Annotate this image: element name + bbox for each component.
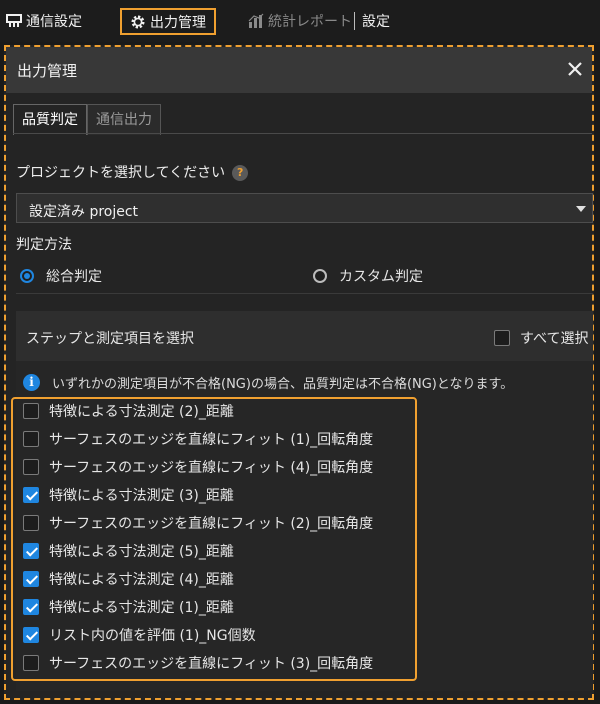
list-item-label: 特徴による寸法測定 (3)_距離 [49, 488, 234, 504]
steps-panel-header: ステップと測定項目を選択 すべて選択 [16, 311, 593, 361]
list-item[interactable]: 特徴による寸法測定 (5)_距離 [23, 540, 234, 562]
help-icon[interactable]: ? [232, 165, 249, 181]
menu-output-management[interactable]: 出力管理 [120, 8, 216, 35]
radio-custom-judgment[interactable]: カスタム判定 [313, 266, 423, 286]
info-icon: i [23, 374, 40, 391]
project-label-text: プロジェクトを選択してください [16, 165, 226, 181]
tab-bar: 品質判定 通信出力 [13, 104, 161, 135]
checkbox-checked[interactable] [23, 571, 39, 587]
list-item[interactable]: 特徴による寸法測定 (4)_距離 [23, 568, 234, 590]
list-item-label: リスト内の値を評価 (1)_NG個数 [49, 628, 256, 644]
list-item[interactable]: 特徴による寸法測定 (3)_距離 [23, 484, 234, 506]
gear-icon [130, 14, 146, 30]
radio-label: カスタム判定 [339, 269, 423, 285]
checkbox[interactable] [23, 431, 39, 447]
menu-label: 出力管理 [150, 14, 206, 31]
checkbox[interactable] [23, 459, 39, 475]
checkbox-checked[interactable] [23, 543, 39, 559]
radio-button[interactable] [313, 269, 327, 283]
checkbox-checked[interactable] [23, 627, 39, 643]
dialog-title: 出力管理 [17, 62, 78, 80]
list-item[interactable]: サーフェスのエッジを直線にフィット (2)_回転角度 [23, 512, 373, 534]
steps-header-title: ステップと測定項目を選択 [26, 331, 194, 347]
list-item[interactable]: サーフェスのエッジを直線にフィット (4)_回転角度 [23, 456, 373, 478]
tab-communication-output[interactable]: 通信出力 [87, 104, 161, 135]
checkbox-checked[interactable] [23, 599, 39, 615]
list-item-label: サーフェスのエッジを直線にフィット (1)_回転角度 [49, 432, 374, 448]
chevron-down-icon [576, 206, 586, 212]
list-item[interactable]: 特徴による寸法測定 (2)_距離 [23, 400, 234, 422]
output-management-dialog: 出力管理 品質判定 通信出力 プロジェクトを選択してください? 設定済み pro… [4, 45, 594, 700]
menu-separator [354, 12, 355, 30]
menu-settings[interactable]: 設定 [362, 9, 390, 32]
network-icon [6, 13, 22, 29]
radio-button-selected[interactable] [20, 269, 34, 283]
list-item-label: 特徴による寸法測定 (4)_距離 [49, 572, 234, 588]
info-message: i いずれかの測定項目が不合格(NG)の場合、品質判定は不合格(NG)となります… [23, 373, 513, 392]
dialog-titlebar: 出力管理 [6, 47, 592, 93]
checkbox[interactable] [23, 403, 39, 419]
list-item-label: サーフェスのエッジを直線にフィット (2)_回転角度 [49, 516, 374, 532]
radio-label: 総合判定 [46, 269, 102, 285]
tab-quality-judgment[interactable]: 品質判定 [13, 104, 87, 135]
menu-network-settings[interactable]: 通信設定 [6, 9, 82, 32]
checkbox[interactable] [23, 655, 39, 671]
radio-overall-judgment[interactable]: 総合判定 [20, 266, 102, 286]
section-divider [16, 293, 593, 294]
project-dropdown-value: 設定済み project [29, 204, 139, 220]
menu-label: 統計レポート [268, 13, 352, 30]
menu-label: 設定 [362, 13, 390, 30]
menu-statistics-report[interactable]: 統計レポート [248, 9, 352, 32]
info-text: いずれかの測定項目が不合格(NG)の場合、品質判定は不合格(NG)となります。 [52, 377, 514, 392]
list-item-label: サーフェスのエッジを直線にフィット (4)_回転角度 [49, 460, 374, 476]
list-item[interactable]: 特徴による寸法測定 (1)_距離 [23, 596, 234, 618]
select-all-checkbox[interactable]: すべて選択 [494, 328, 588, 348]
checkbox[interactable] [23, 515, 39, 531]
list-item[interactable]: リスト内の値を評価 (1)_NG個数 [23, 624, 256, 646]
top-menu-bar: 通信設定 出力管理 統計レポート 設定 [0, 0, 600, 42]
list-item[interactable]: サーフェスのエッジを直線にフィット (3)_回転角度 [23, 652, 373, 674]
menu-label: 通信設定 [26, 13, 82, 30]
checkbox-checked[interactable] [23, 487, 39, 503]
list-item-label: サーフェスのエッジを直線にフィット (3)_回転角度 [49, 656, 374, 672]
select-all-label: すべて選択 [520, 331, 589, 347]
tab-underline [13, 133, 592, 134]
judgment-method-label: 判定方法 [16, 237, 72, 253]
list-item-label: 特徴による寸法測定 (5)_距離 [49, 544, 234, 560]
list-item[interactable]: サーフェスのエッジを直線にフィット (1)_回転角度 [23, 428, 373, 450]
list-item-label: 特徴による寸法測定 (2)_距離 [49, 404, 234, 420]
project-select-label: プロジェクトを選択してください? [16, 162, 249, 182]
list-item-label: 特徴による寸法測定 (1)_距離 [49, 600, 234, 616]
chart-icon [248, 13, 264, 29]
project-dropdown[interactable]: 設定済み project [16, 193, 593, 223]
close-icon[interactable] [564, 58, 586, 80]
checkbox[interactable] [494, 330, 510, 346]
